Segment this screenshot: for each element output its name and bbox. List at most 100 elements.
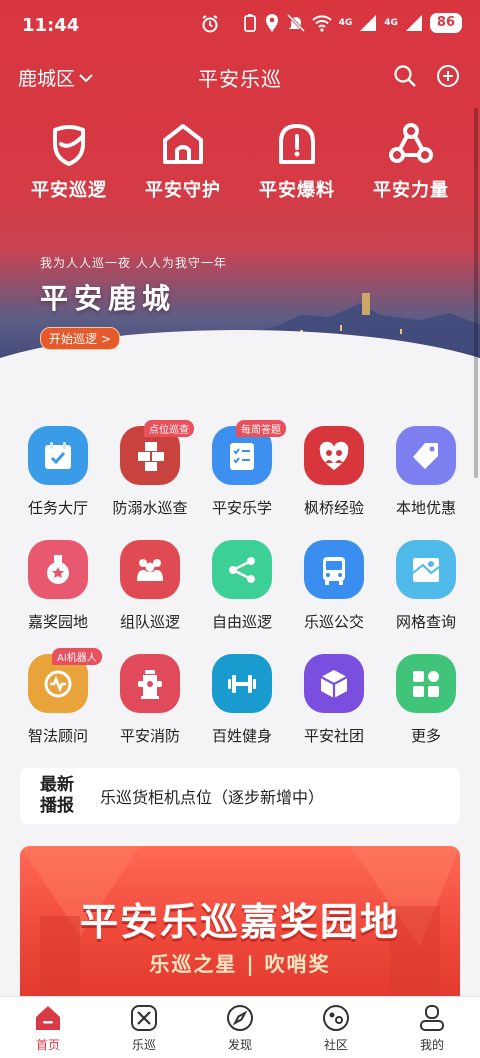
hydrant-icon — [138, 669, 162, 699]
tag-icon — [413, 442, 438, 469]
wifi-icon — [311, 15, 332, 32]
promo-title: 平安乐巡嘉奖园地 — [79, 900, 400, 944]
news-ticker[interactable]: 最新 播报 乐巡货柜机点位（逐步新增中） — [20, 768, 460, 824]
news-tag: 最新 播报 — [20, 775, 90, 817]
grid-item-fire-safety[interactable]: 平安消防 — [104, 648, 196, 746]
grid-icon-tile — [212, 654, 272, 713]
grid-label: 平安消防 — [119, 727, 180, 745]
location-icon — [265, 14, 278, 32]
dumbbell-icon — [228, 674, 256, 693]
quick-actions: 平安巡逻 平安守护 平安爆料 平安力量 — [0, 120, 480, 202]
news-tag-line: 最新 — [40, 775, 74, 795]
battery-indicator: 86 — [429, 13, 462, 33]
grid-icon-tile — [28, 540, 88, 599]
grid-item-fitness[interactable]: 百姓健身 — [196, 648, 288, 746]
checklist-icon — [230, 442, 254, 470]
grid-icon-tile — [396, 426, 456, 485]
quick-action-guard[interactable]: 平安守护 — [126, 120, 240, 202]
top-navbar: 鹿城区 平安乐巡 — [0, 50, 480, 102]
grid-item-task-hall[interactable]: 任务大厅 — [12, 420, 104, 518]
calendar-check-icon — [45, 441, 71, 469]
signal-icon — [360, 15, 377, 31]
tab-label: 首页 — [35, 1038, 60, 1052]
team-icon — [137, 558, 163, 581]
tab-label: 乐巡 — [131, 1038, 156, 1052]
compass-icon — [227, 1005, 253, 1031]
search-icon[interactable] — [393, 64, 417, 88]
grid-label: 百姓健身 — [211, 727, 272, 745]
news-text[interactable]: 乐巡货柜机点位（逐步新增中） — [100, 784, 324, 808]
tab-label: 我的 — [419, 1038, 444, 1052]
grid-item-drowning-patrol[interactable]: 点位巡查 防溺水巡查 — [104, 420, 196, 518]
grid-label: 枫桥经验 — [303, 499, 364, 517]
grid-item-safety-learning[interactable]: 每周答题 平安乐学 — [196, 420, 288, 518]
grid-item-free-patrol[interactable]: 自由巡逻 — [196, 534, 288, 632]
box-icon — [320, 669, 348, 698]
grid-item-local-deals[interactable]: 本地优惠 — [380, 420, 472, 518]
tools-icon — [131, 1005, 157, 1031]
grid-item-bus[interactable]: 乐巡公交 — [288, 534, 380, 632]
grid-label: 平安乐学 — [211, 499, 272, 517]
grid-item-fengqiao[interactable]: 枫桥经验 — [288, 420, 380, 518]
grid-badge: 点位巡查 — [144, 420, 194, 437]
service-grid: 任务大厅 点位巡查 防溺水巡查 每周答题 平安乐学 枫桥经验 本地优惠 嘉奖园地… — [0, 420, 480, 762]
mute-icon — [286, 13, 305, 33]
signal-label-1: 4G — [338, 18, 353, 28]
grid-icon-tile — [396, 654, 456, 713]
banner-title: 平安鹿城 — [40, 282, 177, 315]
map-icon — [412, 557, 440, 582]
bottom-tabbar: 首页 乐巡 发现 社区 我的 — [0, 996, 480, 1058]
scrollbar[interactable] — [474, 108, 478, 478]
home-icon — [36, 1006, 60, 1030]
start-patrol-button[interactable]: 开始巡逻 > — [40, 327, 120, 350]
grid-item-more[interactable]: 更多 — [380, 648, 472, 746]
tab-patrol[interactable]: 乐巡 — [96, 997, 192, 1058]
grid-icon-tile — [120, 540, 180, 599]
grid-row: 嘉奖园地 组队巡逻 自由巡逻 乐巡公交 网格查询 — [0, 534, 480, 632]
promo-banner[interactable]: 平安乐巡嘉奖园地 乐巡之星 | 吹哨奖 — [20, 846, 460, 996]
tab-home[interactable]: 首页 — [0, 997, 96, 1058]
quick-action-patrol[interactable]: 平安巡逻 — [12, 120, 126, 202]
quick-action-label: 平安巡逻 — [31, 180, 107, 201]
shield-icon — [53, 125, 85, 166]
status-icons: 4G 4G 86 — [243, 13, 462, 33]
grid-label: 嘉奖园地 — [27, 613, 88, 631]
tab-discover[interactable]: 发现 — [192, 997, 288, 1058]
grid-item-team-patrol[interactable]: 组队巡逻 — [104, 534, 196, 632]
status-time: 11:44 — [22, 14, 80, 36]
grid-icon-tile — [120, 654, 180, 713]
grid-item-legal-advisor[interactable]: AI机器人 智法顾问 — [12, 648, 104, 746]
share-icon — [229, 556, 255, 583]
grid-item-awards[interactable]: 嘉奖园地 — [12, 534, 104, 632]
medal-icon — [47, 554, 69, 584]
add-circle-icon[interactable] — [436, 64, 460, 88]
network-icon — [389, 123, 433, 163]
grid-item-grid-query[interactable]: 网格查询 — [380, 534, 472, 632]
tab-mine[interactable]: 我的 — [384, 997, 480, 1058]
status-bar: 11:44 4G 4G 86 — [0, 0, 480, 50]
news-tag-line: 播报 — [40, 796, 74, 816]
grid-icon-tile — [396, 540, 456, 599]
banner-subtitle: 我为人人巡一夜 人人为我守一年 — [40, 256, 227, 270]
grid-label: 网格查询 — [395, 613, 456, 631]
quick-action-power[interactable]: 平安力量 — [354, 120, 468, 202]
banner[interactable]: 我为人人巡一夜 人人为我守一年 平安鹿城 开始巡逻 > — [40, 254, 227, 350]
tab-label: 社区 — [323, 1038, 348, 1052]
grid-label: 自由巡逻 — [211, 613, 272, 631]
quick-action-report[interactable]: 平安爆料 — [240, 120, 354, 202]
grid-row: AI机器人 智法顾问 平安消防 百姓健身 平安社团 更多 — [0, 648, 480, 746]
grid-label: 防溺水巡查 — [112, 499, 188, 517]
tab-community[interactable]: 社区 — [288, 997, 384, 1058]
grid-icon-tile — [304, 540, 364, 599]
signal-label-2: 4G — [384, 18, 398, 28]
grid-label: 本地优惠 — [395, 499, 456, 517]
alarm-icon — [202, 15, 218, 33]
quick-action-label: 平安爆料 — [259, 180, 335, 201]
cube-stack-icon — [138, 441, 164, 471]
grid-label: 更多 — [410, 727, 441, 745]
grid-icon-tile — [304, 654, 364, 713]
grid-icon-tile — [304, 426, 364, 485]
grid-item-safety-club[interactable]: 平安社团 — [288, 648, 380, 746]
tab-label: 发现 — [227, 1038, 252, 1052]
quick-action-label: 平安力量 — [373, 180, 449, 201]
